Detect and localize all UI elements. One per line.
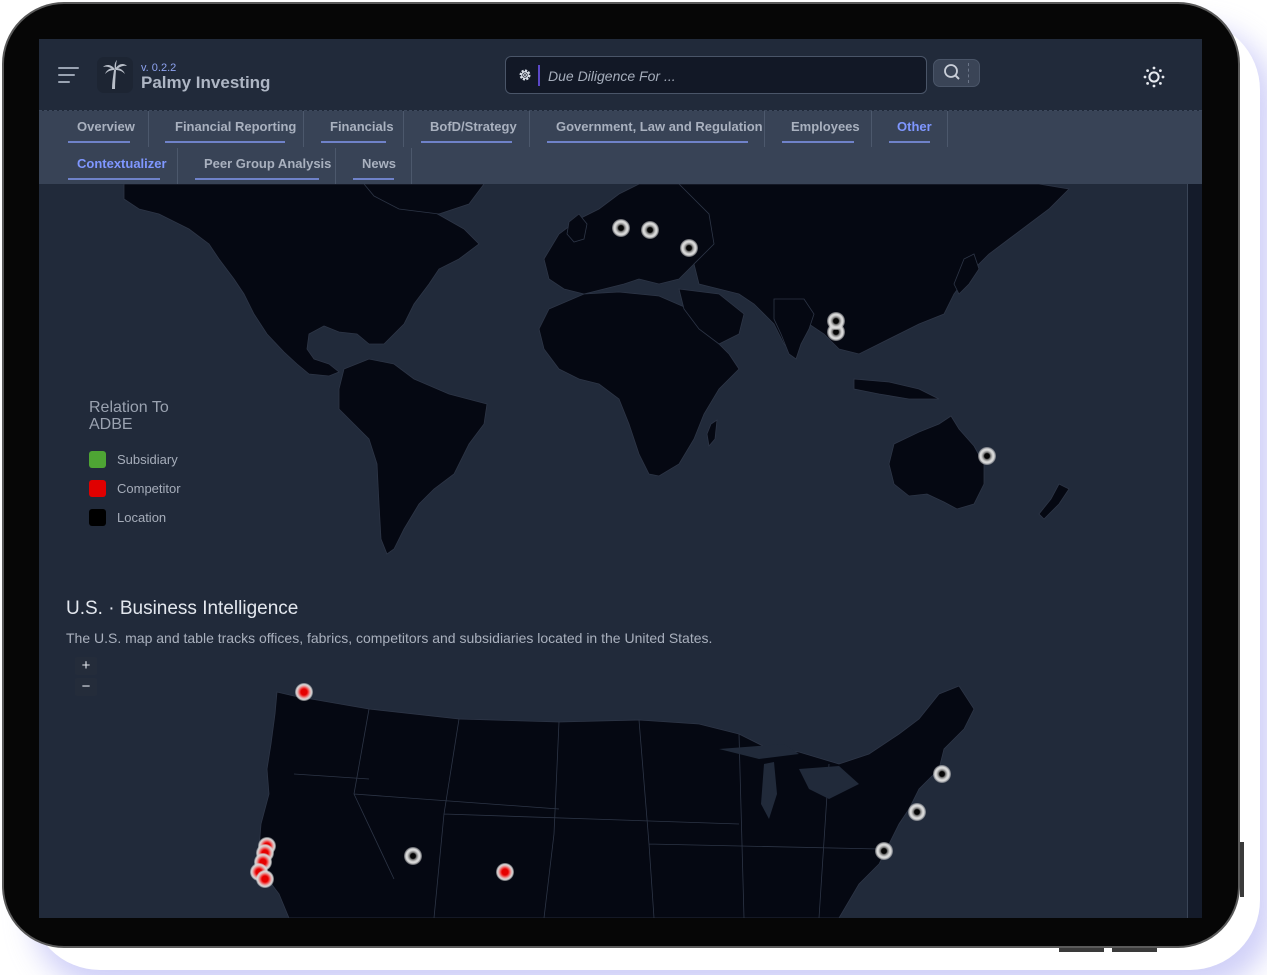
zoom-out-button[interactable]: −: [75, 678, 97, 696]
tab-government-law-regulation[interactable]: Government, Law and Regulation: [530, 111, 765, 147]
tab-label: News: [362, 156, 396, 171]
legend-label: Location: [117, 510, 167, 525]
contextualizer-content: Relation To ADBE Subsidiary Competitor L…: [39, 183, 1202, 918]
section-tabs: Overview Financial Reporting Financials …: [39, 111, 1202, 184]
tab-overview[interactable]: Overview: [39, 111, 149, 147]
zoom-in-button[interactable]: +: [75, 657, 97, 675]
legend-item-subsidiary[interactable]: Subsidiary: [89, 451, 178, 468]
tab-underline: [68, 178, 160, 180]
map-legend: Relation To ADBE Subsidiary Competitor L…: [89, 399, 209, 526]
tab-peer-group-analysis[interactable]: Peer Group Analysis: [178, 148, 336, 184]
tab-label: Government, Law and Regulation: [556, 119, 763, 134]
due-diligence-search: [505, 56, 927, 94]
tab-employees[interactable]: Employees: [765, 111, 872, 147]
tab-contextualizer[interactable]: Contextualizer: [39, 148, 178, 184]
map-marker-competitor[interactable]: [496, 862, 515, 881]
world-map-land: [123, 183, 1070, 555]
tab-bofd-strategy[interactable]: BofD/Strategy: [404, 111, 530, 147]
tab-underline: [421, 141, 512, 143]
tab-other[interactable]: Other: [872, 111, 948, 147]
hamburger-menu-icon[interactable]: [58, 67, 80, 85]
map-marker-location[interactable]: [679, 238, 698, 257]
legend-title: Relation To ADBE: [89, 399, 169, 433]
tab-underline: [782, 141, 854, 143]
south-america-shape: [338, 358, 488, 555]
tab-underline: [547, 141, 748, 143]
tab-label: Financial Reporting: [175, 119, 297, 134]
us-map[interactable]: + −: [39, 657, 1187, 918]
tab-underline: [68, 141, 130, 143]
usa-shape: [258, 685, 975, 918]
tab-financial-reporting[interactable]: Financial Reporting: [149, 111, 304, 147]
app-screen: v. 0.2.2 Palmy Investing Due Diligence F…: [39, 39, 1202, 918]
tab-label: BofD/Strategy: [430, 119, 517, 134]
world-map[interactable]: Relation To ADBE Subsidiary Competitor L…: [39, 183, 1187, 564]
map-marker-location[interactable]: [612, 218, 631, 237]
map-marker-location[interactable]: [978, 446, 997, 465]
tab-news[interactable]: News: [336, 148, 412, 184]
app-logo[interactable]: [97, 57, 133, 93]
tab-underline: [165, 141, 285, 143]
madagascar-shape: [706, 419, 718, 447]
map-marker-location[interactable]: [826, 311, 845, 330]
north-america-shape: [123, 183, 480, 377]
tab-underline: [321, 141, 386, 143]
tab-label: Peer Group Analysis: [204, 156, 332, 171]
tab-row-secondary: Contextualizer Peer Group Analysis News: [39, 148, 412, 184]
magnifier-icon: [944, 64, 960, 80]
map-marker-location[interactable]: [640, 220, 659, 239]
tab-underline: [195, 178, 319, 180]
search-input[interactable]: [546, 63, 920, 89]
device-bottom-button: [1112, 948, 1157, 952]
us-section-description: The U.S. map and table tracks offices, f…: [66, 630, 713, 646]
legend-swatch: [89, 451, 106, 468]
tab-label: Contextualizer: [77, 156, 167, 171]
sun-icon: [1143, 66, 1165, 88]
device-side-button: [1240, 842, 1244, 897]
indonesia-shape: [853, 378, 940, 400]
map-marker-competitor[interactable]: [256, 869, 275, 888]
palm-tree-icon: [103, 60, 127, 89]
tab-label: Other: [897, 119, 932, 134]
theme-toggle-button[interactable]: [1139, 62, 1169, 92]
device-bottom-button: [1059, 948, 1104, 952]
new-zealand-shape: [1038, 483, 1070, 520]
us-map-land: [258, 685, 975, 918]
australia-shape: [888, 415, 985, 510]
tab-row-primary: Overview Financial Reporting Financials …: [39, 111, 948, 147]
legend-swatch: [89, 480, 106, 497]
tab-underline: [889, 141, 930, 143]
tab-label: Overview: [77, 119, 135, 134]
map-marker-location[interactable]: [404, 846, 423, 865]
legend-swatch: [89, 509, 106, 526]
legend-label: Competitor: [117, 481, 181, 496]
tab-financials[interactable]: Financials: [304, 111, 404, 147]
search-divider: [538, 65, 540, 86]
india-shape: [773, 298, 815, 360]
legend-item-competitor[interactable]: Competitor: [89, 480, 181, 497]
page-scrollbar[interactable]: [1187, 184, 1202, 918]
legend-item-location[interactable]: Location: [89, 509, 166, 526]
app-title: Palmy Investing: [141, 73, 271, 92]
legend-label: Subsidiary: [117, 452, 178, 467]
search-button[interactable]: [933, 59, 980, 87]
tab-label: Employees: [791, 119, 860, 134]
tab-label: Financials: [330, 119, 394, 134]
tab-underline: [353, 178, 394, 180]
top-header: v. 0.2.2 Palmy Investing: [39, 39, 1202, 111]
gear-icon[interactable]: [518, 68, 532, 82]
us-section-title: U.S. · Business Intelligence: [66, 598, 299, 619]
